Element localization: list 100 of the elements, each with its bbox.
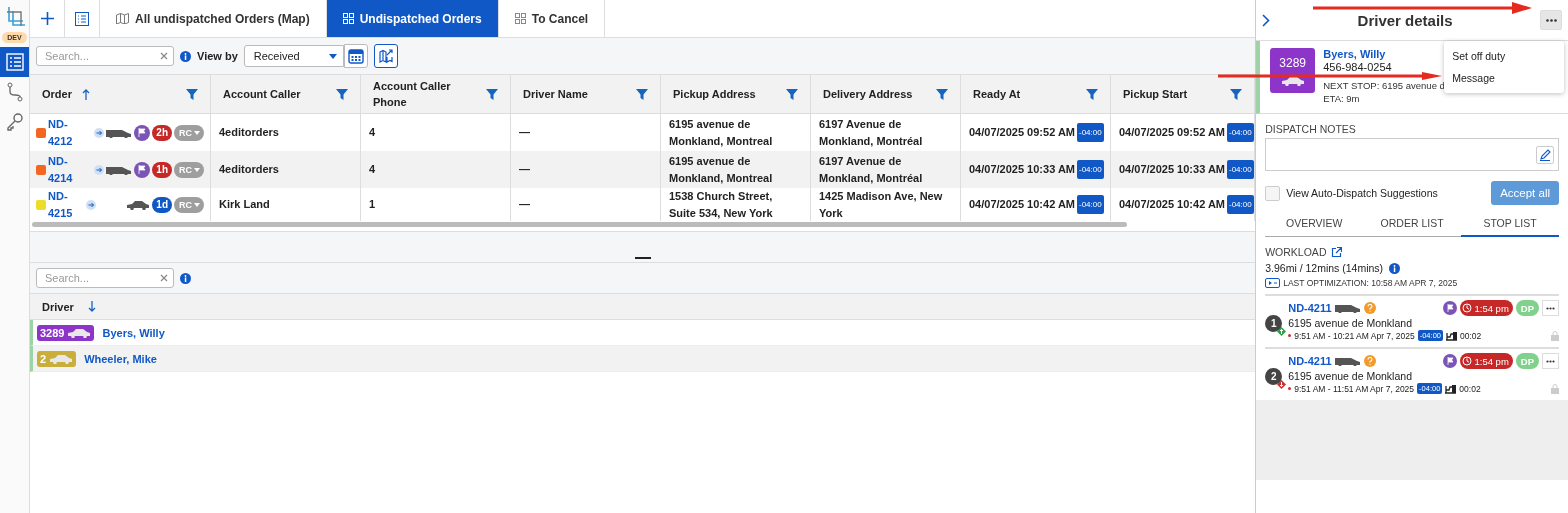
calendar-icon	[347, 48, 364, 64]
bullet-icon	[1288, 387, 1292, 390]
menu-item[interactable]: Set off duty	[1444, 45, 1565, 67]
status-badge: DP	[1515, 353, 1539, 369]
duration: 00:02	[1460, 330, 1482, 341]
flag-icon	[1446, 304, 1454, 312]
lock-icon	[1551, 330, 1559, 341]
van-icon	[1334, 356, 1361, 366]
next-stop: NEXT STOP: 6195 avenue d	[1323, 79, 1445, 92]
splitter-handle[interactable]	[634, 257, 651, 259]
timezone-badge: -04:00	[1227, 195, 1254, 214]
clear-icon	[160, 274, 168, 282]
timezone-badge: -04:00	[1227, 123, 1254, 142]
driver-row[interactable]: 2 Wheeler, Mike	[30, 346, 1256, 372]
age-badge: 1d	[152, 196, 172, 213]
search-field[interactable]: Search...	[36, 268, 174, 288]
filter-icon	[636, 88, 648, 100]
route-icon	[4, 82, 25, 102]
forklift-icon	[1445, 383, 1457, 394]
checkbox[interactable]	[1265, 185, 1281, 201]
grid-icon	[514, 13, 526, 24]
tab[interactable]: Undispatched Orders	[326, 0, 499, 37]
order-link[interactable]: ND-4215	[48, 187, 84, 222]
filter-icon	[336, 88, 348, 100]
forklift-icon	[1446, 330, 1457, 341]
more-icon	[1546, 359, 1555, 363]
edit-button[interactable]	[1536, 145, 1554, 164]
notes-label: DISPATCH NOTES	[1265, 123, 1357, 135]
driver-number-badge: 3289	[37, 324, 95, 341]
column-header: Account Caller Phone	[373, 79, 452, 110]
map-icon	[116, 13, 129, 24]
external-link-icon	[1331, 246, 1343, 258]
driver-name[interactable]: Byers, Willy	[1323, 48, 1445, 61]
timezone-badge: -04:00	[1077, 123, 1104, 142]
tab[interactable]: ORDER LIST	[1363, 211, 1462, 237]
more-button[interactable]	[1540, 10, 1562, 30]
driver-name: Byers, Willy	[102, 326, 165, 339]
order-link[interactable]: ND-4214	[48, 152, 92, 187]
van-icon	[106, 164, 133, 175]
column-header: Pickup Start	[1123, 87, 1188, 102]
more-button[interactable]	[1542, 300, 1559, 316]
nav-item[interactable]	[0, 47, 29, 77]
table-cell: 6195 avenue de Monkland, Montreal	[661, 151, 811, 188]
plus-icon	[40, 12, 54, 25]
stop-address: 6195 avenue de Monkland	[1288, 370, 1413, 382]
driver-phone: 456-984-0254	[1323, 61, 1393, 74]
time-window: 9:51 AM - 10:21 AM Apr 7, 2025	[1294, 330, 1415, 341]
more-icon	[1546, 306, 1555, 310]
driver-name: Wheeler, Mike	[84, 352, 157, 365]
search-field[interactable]: Search...	[36, 46, 174, 66]
scrollbar[interactable]	[32, 222, 1127, 227]
flag-icon	[138, 165, 147, 174]
table-cell: 04/07/2025 10:33 AM -04:00	[1111, 151, 1255, 188]
tab[interactable]: OVERVIEW	[1265, 211, 1364, 237]
info-icon	[180, 272, 191, 284]
key-icon	[4, 112, 25, 132]
panel-title: Driver details	[1356, 11, 1454, 29]
order-link[interactable]: ND-4211	[1288, 355, 1332, 367]
info-icon	[1389, 262, 1401, 274]
car-icon	[126, 199, 151, 210]
last-optimization: LAST OPTIMIZATION: 10:58 AM APR 7, 2025	[1283, 278, 1458, 288]
car-icon	[49, 353, 74, 364]
column-header: Order	[42, 87, 72, 102]
flag-icon	[138, 128, 147, 137]
view-by-dropdown[interactable]: Received	[243, 45, 344, 67]
filter-icon	[1230, 88, 1242, 100]
workload-label: WORKLOAD	[1265, 246, 1327, 258]
column-header: Account Caller	[223, 87, 301, 102]
caret-icon	[194, 167, 200, 172]
calendar-button[interactable]	[343, 44, 368, 68]
order-link[interactable]: ND-4211	[1288, 302, 1332, 314]
pickup-icon	[1277, 327, 1287, 336]
checkbox-label: View Auto-Dispatch Suggestions	[1286, 187, 1438, 199]
menu-item[interactable]: Message	[1444, 67, 1565, 89]
van-icon	[1334, 303, 1361, 313]
car-icon	[1280, 75, 1305, 86]
filter-icon	[786, 88, 798, 100]
more-button[interactable]	[1542, 353, 1559, 369]
workload-summary: 3.96mi / 12mins (14mins)	[1265, 262, 1384, 274]
van-icon	[106, 127, 133, 138]
caret-icon	[194, 130, 200, 135]
collapse-button[interactable]	[1262, 13, 1271, 27]
order-link[interactable]: ND-4212	[48, 115, 92, 150]
column-header: Delivery Address	[823, 87, 913, 102]
column-header: Pickup Address	[673, 87, 756, 102]
chevron-right-icon	[1262, 13, 1271, 27]
notes-field[interactable]	[1265, 138, 1559, 171]
sort-up-icon	[81, 88, 90, 100]
time-badge: 1:54 pm	[1460, 353, 1513, 369]
driver-number-badge: 2	[37, 350, 77, 367]
time-window: 9:51 AM - 11:51 AM Apr 7, 2025	[1294, 383, 1415, 394]
tab[interactable]: STOP LIST	[1461, 211, 1559, 237]
map-export-button[interactable]	[373, 44, 398, 68]
clock-icon	[1462, 356, 1473, 366]
table-cell: 4editorders	[211, 151, 361, 188]
filter-icon	[936, 88, 948, 100]
driver-avatar-badge: 3289	[1270, 48, 1316, 93]
timezone-badge: -04:00	[1077, 160, 1104, 179]
list-icon	[4, 52, 25, 72]
info-icon	[180, 50, 191, 62]
